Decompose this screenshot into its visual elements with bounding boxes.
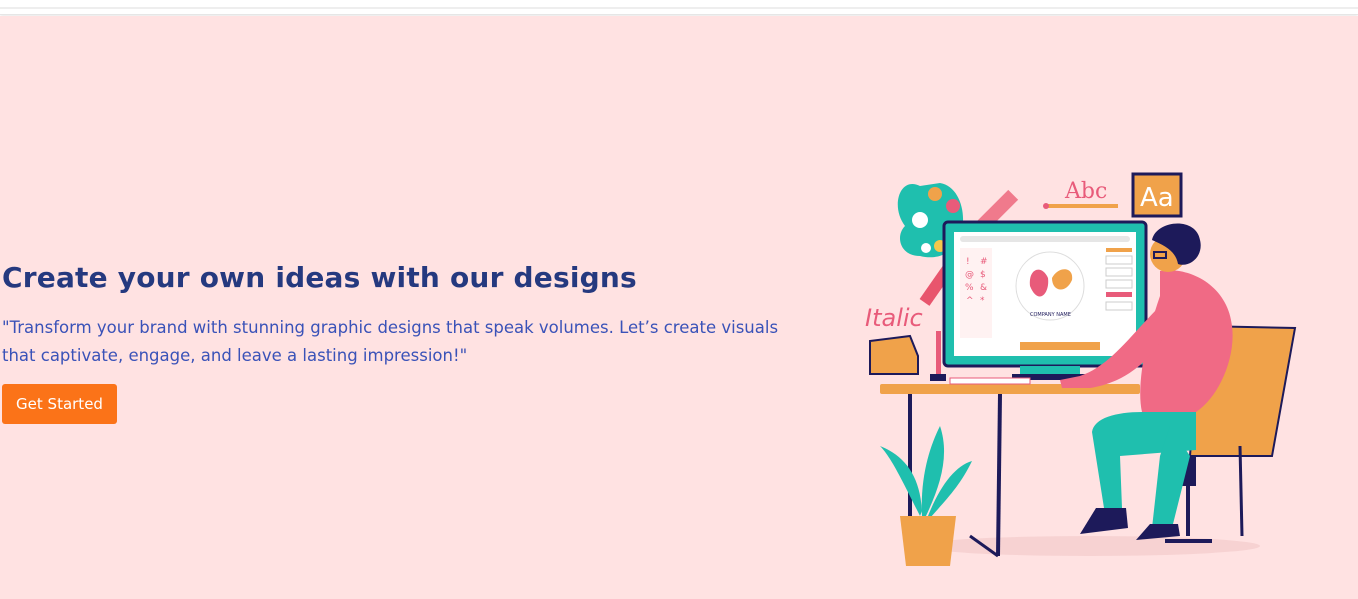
aa-label: Aa: [1140, 183, 1174, 213]
symbol-6: &: [980, 283, 987, 293]
hero-title: Create your own ideas with our designs: [2, 261, 637, 294]
hero-section: Create your own ideas with our designs "…: [0, 16, 1358, 599]
top-navbar: [0, 0, 1358, 15]
symbol-4: $: [980, 270, 986, 280]
abc-label: Abc: [1064, 179, 1107, 204]
symbol-2: #: [980, 257, 988, 267]
symbol-1: !: [966, 257, 970, 267]
hero-description: "Transform your brand with stunning grap…: [2, 318, 779, 365]
folder-icon: [869, 334, 919, 375]
symbol-3: @: [965, 270, 974, 280]
designer-illustration: Abc Aa Italic ! # @ $ % & ^ * COMPANY NA…: [865, 172, 1297, 566]
get-started-button[interactable]: Get Started: [2, 384, 117, 424]
navbar-divider: [0, 7, 1358, 9]
symbol-5: %: [965, 283, 974, 293]
symbol-8: *: [980, 296, 985, 306]
company-name-label: COMPANY NAME: [1030, 312, 1071, 318]
symbol-7: ^: [966, 296, 974, 306]
italic-label: Italic: [865, 304, 923, 332]
pencil-icon: [1048, 204, 1118, 208]
